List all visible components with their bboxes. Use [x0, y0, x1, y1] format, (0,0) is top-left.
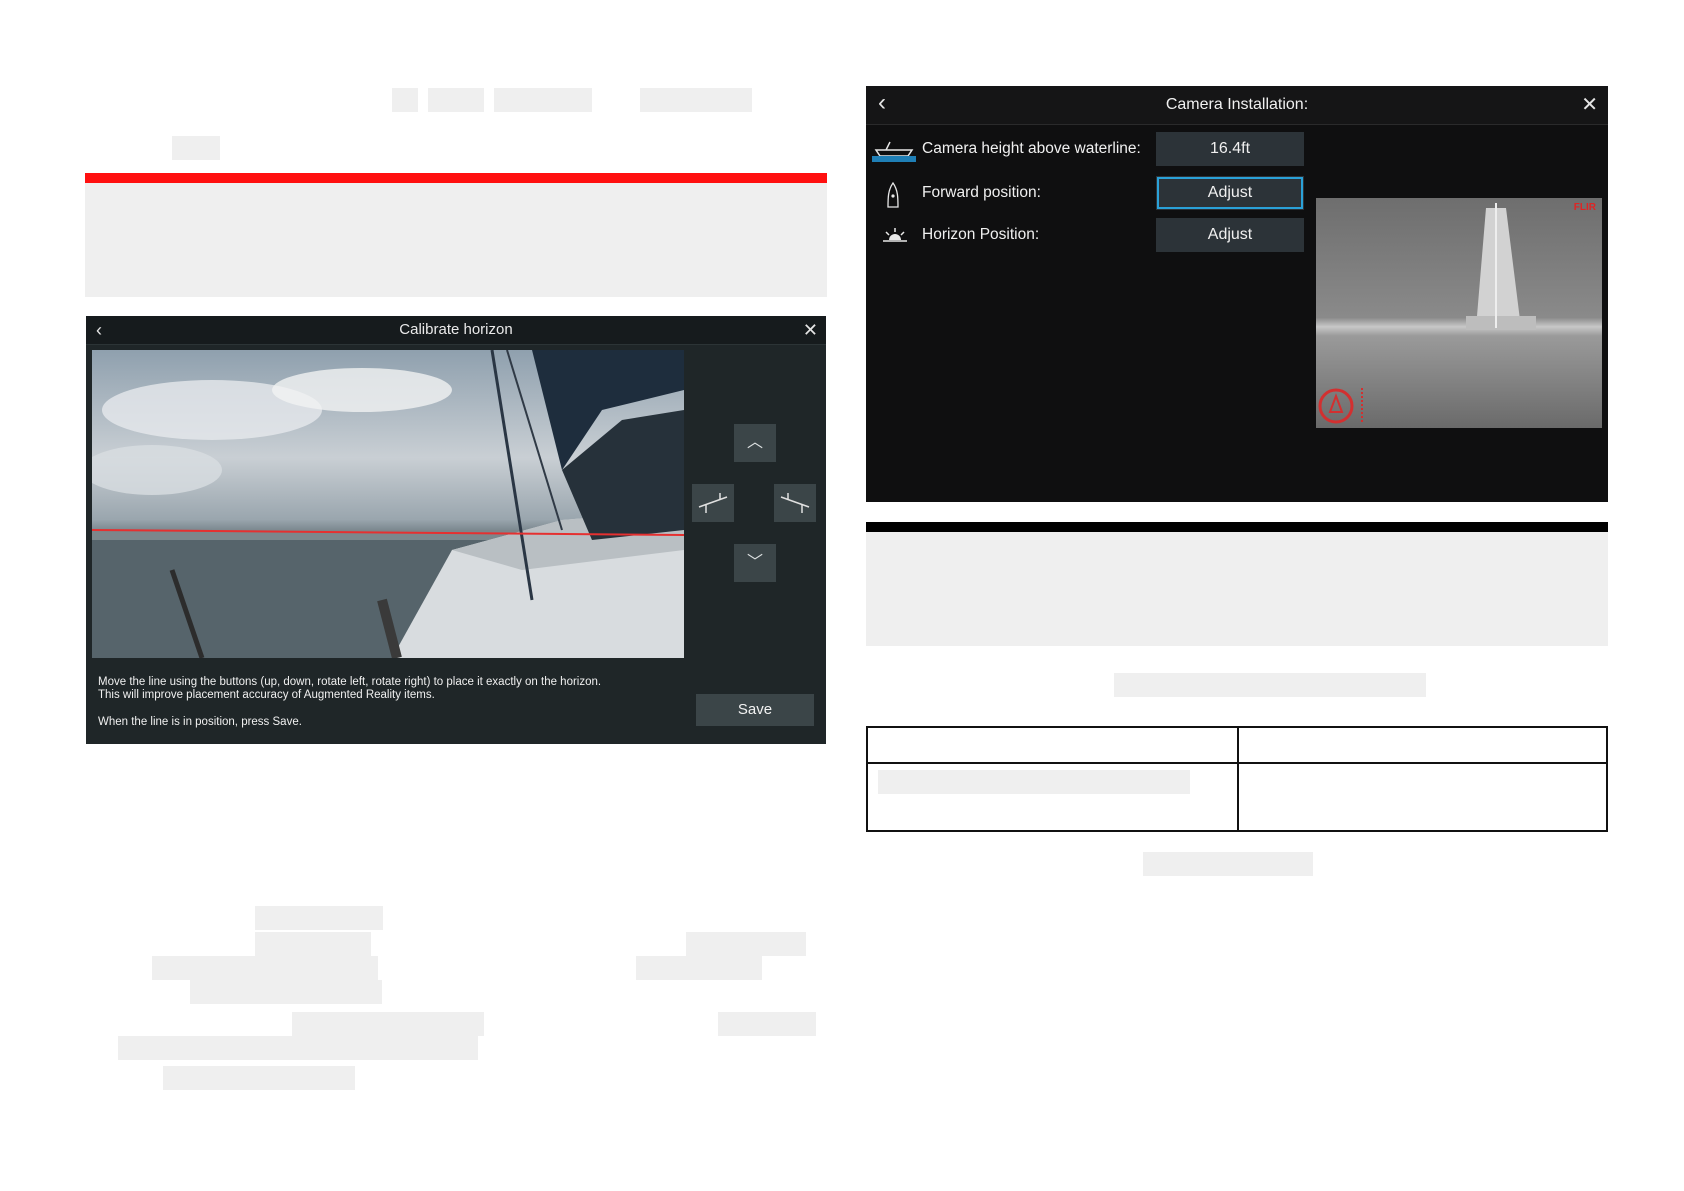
warning-box: [866, 532, 1608, 646]
header-placeholder: [494, 88, 592, 112]
bow-position-icon: [886, 181, 900, 208]
black-rule: [866, 522, 1608, 532]
header-placeholder: [428, 88, 484, 112]
camera-height-value[interactable]: 16.4ft: [1156, 132, 1304, 166]
horizon-position-adjust-button[interactable]: Adjust: [1156, 218, 1304, 252]
table-cell-placeholder: [878, 770, 1190, 794]
horizon-position-label: Horizon Position:: [922, 226, 1040, 243]
text-placeholder: [152, 956, 378, 980]
move-down-button[interactable]: ﹀: [734, 544, 776, 582]
instruction-text-1: Move the line using the buttons (up, dow…: [98, 676, 602, 688]
text-placeholder: [118, 1036, 478, 1060]
text-placeholder: [718, 1012, 816, 1036]
rotate-left-button[interactable]: [692, 484, 734, 522]
calibrate-header: ‹ Calibrate horizon ✕: [86, 316, 826, 345]
rotate-right-icon: [780, 493, 810, 513]
text-placeholder: [255, 906, 383, 930]
header-placeholder: [172, 136, 220, 160]
text-placeholder: [255, 932, 371, 956]
text-placeholder: [1143, 852, 1313, 876]
info-table: [866, 726, 1608, 832]
calibrate-title: Calibrate horizon: [399, 321, 513, 338]
header-placeholder: [392, 88, 418, 112]
boat-waterline-icon: [872, 136, 916, 162]
camera-installation-panel: ‹ Camera Installation: ✕ Camera height a…: [866, 86, 1608, 502]
note-box: [85, 183, 827, 297]
sailboat-scene: [92, 350, 684, 658]
close-icon[interactable]: ✕: [1581, 95, 1598, 115]
calibrate-horizon-panel: ‹ Calibrate horizon ✕ ︿ ﹀ Move the line …: [86, 316, 826, 744]
horizon-sun-icon: [882, 226, 908, 244]
red-rule: [85, 173, 827, 183]
close-icon[interactable]: ✕: [803, 321, 818, 339]
instruction-text-2: This will improve placement accuracy of …: [98, 689, 435, 701]
instruction-text-3: When the line is in position, press Save…: [98, 716, 302, 728]
text-placeholder: [163, 1066, 355, 1090]
text-placeholder: [190, 980, 382, 1004]
text-placeholder: [292, 1012, 484, 1036]
camera-height-label: Camera height above waterline:: [922, 140, 1141, 157]
header-placeholder: [640, 88, 752, 112]
forward-position-adjust-button[interactable]: Adjust: [1156, 176, 1304, 210]
text-placeholder: [636, 956, 762, 980]
thermal-camera-view: FLIR: [1316, 198, 1602, 428]
table-divider-horizontal: [868, 762, 1606, 764]
text-placeholder: [1114, 673, 1426, 697]
camera-view-photo: [92, 350, 684, 658]
flir-logo: FLIR: [1573, 202, 1596, 213]
rotate-left-icon: [698, 493, 728, 513]
table-divider-vertical: [1237, 728, 1239, 830]
move-up-button[interactable]: ︿: [734, 424, 776, 462]
rotate-right-button[interactable]: [774, 484, 816, 522]
camera-header: ‹ Camera Installation: ✕: [866, 86, 1608, 125]
forward-position-label: Forward position:: [922, 184, 1041, 201]
camera-title: Camera Installation:: [1165, 96, 1309, 113]
save-button[interactable]: Save: [696, 694, 814, 726]
text-placeholder: [686, 932, 806, 956]
